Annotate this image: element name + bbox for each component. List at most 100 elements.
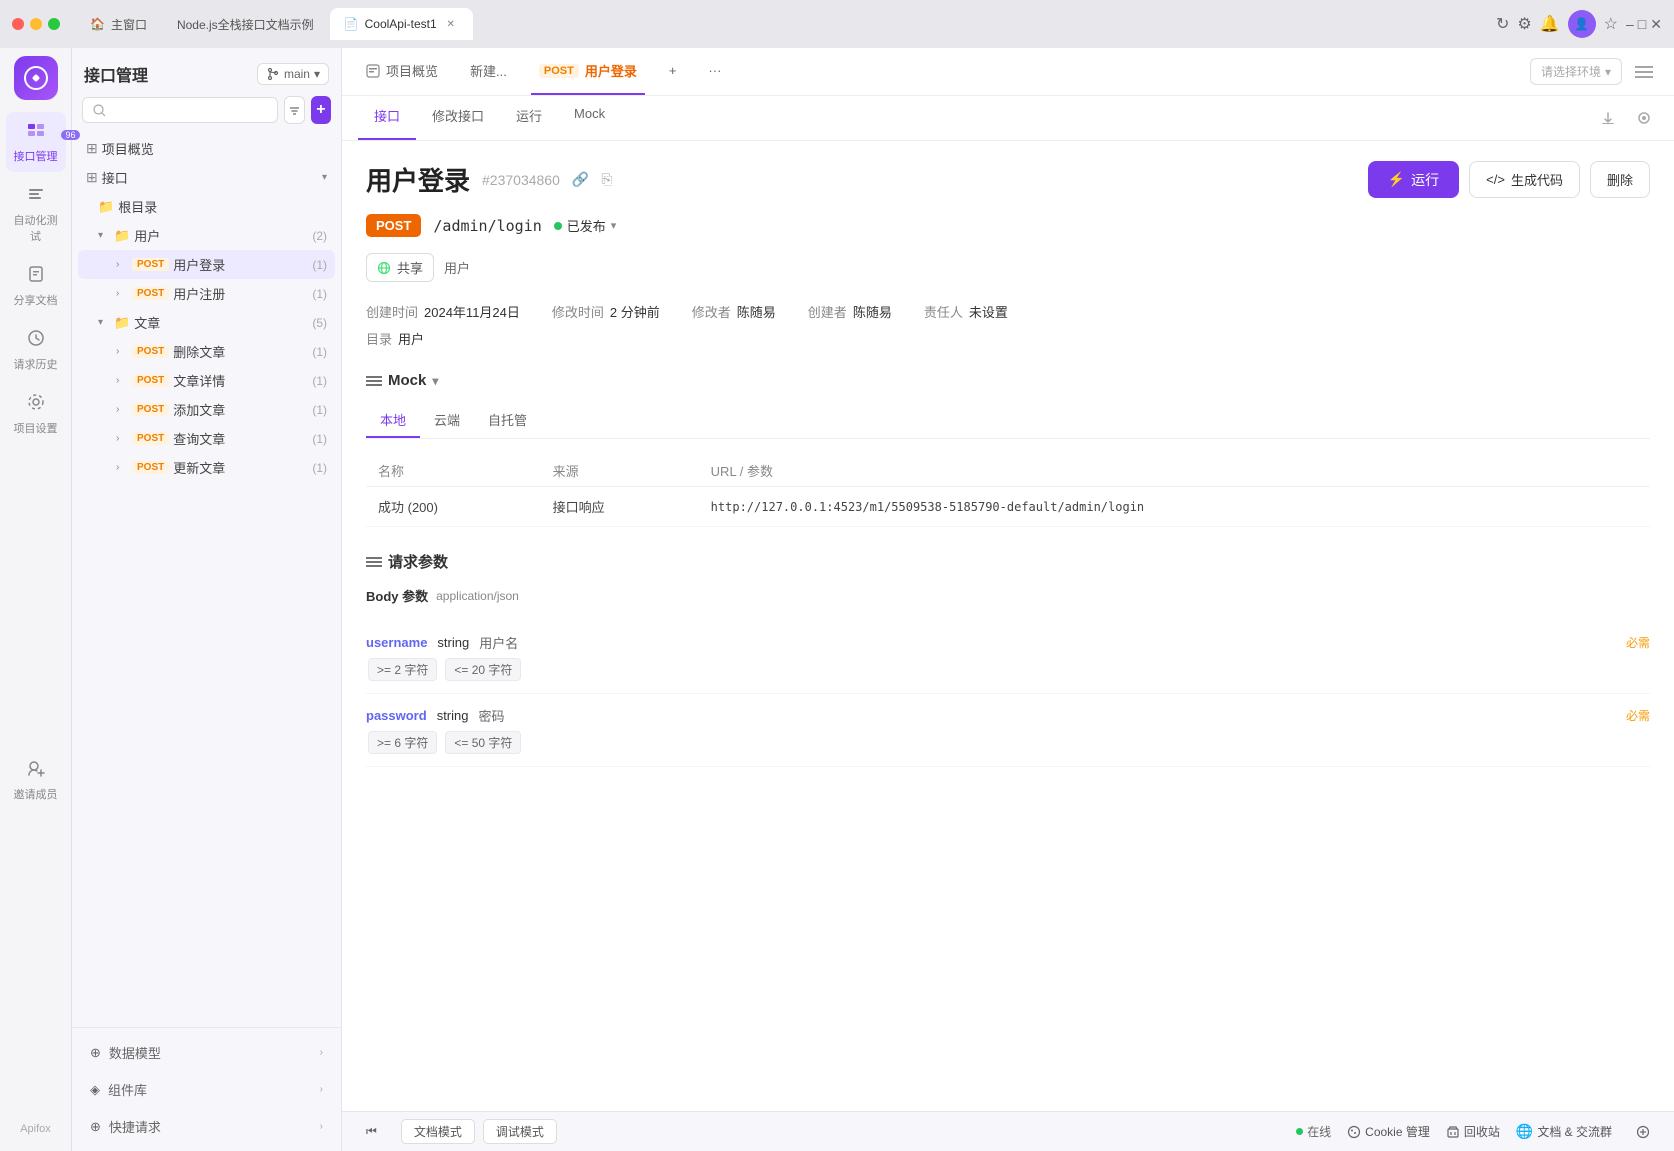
footer-recycle-btn[interactable]: 回收站 — [1446, 1123, 1500, 1140]
param-password-type: string — [437, 708, 469, 723]
sub-tab-actions — [1594, 96, 1658, 140]
sidebar-item-update-article[interactable]: › POST 更新文章 (1) — [78, 453, 335, 482]
nav-item-history[interactable]: 请求历史 — [6, 320, 66, 380]
sub-tab-mock[interactable]: Mock — [558, 96, 621, 140]
sidebar-item-overview[interactable]: ⊞ 项目概览 — [78, 134, 335, 163]
branch-selector[interactable]: main ▾ — [257, 63, 329, 85]
nav-item-interface[interactable]: 接口管理 96 — [6, 112, 66, 172]
tab-add[interactable]: + — [661, 48, 685, 95]
doc-mode-btn[interactable]: 文档模式 — [401, 1119, 475, 1144]
mock-tab-cloud[interactable]: 云端 — [420, 403, 474, 438]
footer-community-btn[interactable]: 🌐 文档 & 交流群 — [1516, 1123, 1612, 1140]
add-button[interactable]: + — [311, 96, 331, 124]
params-section-header[interactable]: 请求参数 — [366, 551, 1650, 572]
generate-code-button[interactable]: </> 生成代码 — [1469, 161, 1580, 198]
sidebar: 接口管理 main ▾ — [72, 48, 342, 1151]
star-icon[interactable]: ☆ — [1604, 14, 1618, 34]
nav-item-settings[interactable]: 项目设置 — [6, 384, 66, 444]
sidebar-item-root[interactable]: 📁 根目录 — [78, 192, 335, 221]
link-icon[interactable]: 🔗 — [572, 171, 589, 188]
user-avatar[interactable]: 👤 — [1568, 10, 1596, 38]
mock-tab-self-hosted[interactable]: 自托管 — [474, 403, 541, 438]
close-icon[interactable]: ✕ — [1650, 16, 1662, 33]
overview-label: 项目概览 — [102, 139, 327, 158]
sidebar-item-user-login[interactable]: › POST 用户登录 (1) — [78, 250, 335, 279]
mock-tabs: 本地 云端 自托管 — [366, 403, 1650, 439]
share-label: 共享 — [397, 258, 423, 277]
mock-cell-url[interactable]: http://127.0.0.1:4523/m1/5509538-5185790… — [699, 487, 1650, 527]
interface-icon — [26, 120, 46, 145]
quick-request-item[interactable]: ⊕ 快捷请求 › — [82, 1112, 331, 1141]
sidebar-item-query-article[interactable]: › POST 查询文章 (1) — [78, 424, 335, 453]
tab-close-btn[interactable]: ✕ — [443, 16, 459, 32]
constraint-password-max: <= 50 字符 — [445, 731, 521, 754]
delete-article-method: POST — [132, 345, 169, 358]
community-icon: 🌐 — [1516, 1123, 1533, 1140]
sub-tab-modify[interactable]: 修改接口 — [416, 96, 500, 140]
tab-nodejs[interactable]: Node.js全栈接口文档示例 — [163, 8, 328, 40]
auto-test-label: 自动化测试 — [12, 212, 60, 244]
search-box[interactable] — [82, 97, 278, 123]
debug-mode-btn[interactable]: 调试模式 — [483, 1119, 557, 1144]
nav-item-share-doc[interactable]: 分享文档 — [6, 256, 66, 316]
status-dropdown-icon[interactable]: ▾ — [611, 219, 617, 232]
tab-more[interactable]: ··· — [700, 48, 729, 95]
mock-tab-local[interactable]: 本地 — [366, 403, 420, 438]
footer-online-status[interactable]: 在线 — [1296, 1123, 1331, 1140]
tab-new[interactable]: 新建... — [462, 48, 515, 95]
settings-icon[interactable]: ⚙ — [1517, 14, 1531, 34]
sidebar-folder-article[interactable]: ▾ 📁 文章 (5) — [78, 308, 335, 337]
refresh-icon[interactable]: ↻ — [1496, 14, 1509, 34]
tab-home[interactable]: 🏠 主窗口 — [76, 8, 161, 40]
tab-coolapi[interactable]: 📄 CoolApi-test1 ✕ — [330, 8, 473, 40]
constraint-password-min: >= 6 字符 — [368, 731, 437, 754]
delete-button[interactable]: 删除 — [1590, 161, 1650, 198]
article-detail-count: (1) — [312, 374, 327, 388]
download-icon-btn[interactable] — [1594, 104, 1622, 132]
nav-item-auto-test[interactable]: 自动化测试 — [6, 176, 66, 252]
env-selector[interactable]: 请选择环境 ▾ — [1530, 58, 1622, 85]
user-folder-icon: 📁 — [114, 228, 130, 244]
footer-more-btn[interactable] — [1628, 1121, 1658, 1143]
sidebar-title: 接口管理 — [84, 62, 148, 86]
sidebar-header: 接口管理 main ▾ — [72, 48, 341, 96]
hamburger-btn[interactable] — [1630, 58, 1658, 86]
window-max-btn[interactable] — [48, 18, 60, 30]
bell-icon[interactable]: 🔔 — [1540, 14, 1560, 34]
app-logo — [14, 56, 58, 100]
sidebar-item-article-detail[interactable]: › POST 文章详情 (1) — [78, 366, 335, 395]
user-register-arrow: › — [116, 288, 128, 299]
mock-section-header[interactable]: Mock ▾ — [366, 372, 1650, 389]
search-input[interactable] — [112, 103, 267, 117]
sidebar-item-interface[interactable]: ⊞ 接口 ▾ — [78, 163, 335, 192]
share-button[interactable]: 共享 — [366, 253, 434, 282]
footer-cookie-btn[interactable]: Cookie 管理 — [1347, 1123, 1430, 1140]
sidebar-folder-user[interactable]: ▾ 📁 用户 (2) — [78, 221, 335, 250]
update-article-count: (1) — [312, 461, 327, 475]
footer-back-btn[interactable]: ⏮ — [358, 1120, 385, 1143]
component-lib-item[interactable]: ◈ 组件库 › — [82, 1075, 331, 1104]
sidebar-item-delete-article[interactable]: › POST 删除文章 (1) — [78, 337, 335, 366]
settings-icon-btn[interactable] — [1630, 104, 1658, 132]
add-tab-icon: + — [669, 63, 677, 78]
run-button[interactable]: ⚡ 运行 — [1368, 161, 1459, 198]
owner-label: 责任人 — [924, 302, 963, 321]
copy-icon[interactable]: ⎘ — [601, 171, 612, 188]
created-value: 2024年11月24日 — [424, 302, 520, 321]
nav-item-invite[interactable]: 邀请成员 — [6, 750, 66, 810]
minimize-icon[interactable]: – — [1626, 16, 1634, 32]
query-article-method: POST — [132, 432, 169, 445]
maximize-icon[interactable]: □ — [1638, 16, 1646, 32]
sidebar-item-add-article[interactable]: › POST 添加文章 (1) — [78, 395, 335, 424]
window-min-btn[interactable] — [30, 18, 42, 30]
param-row-username: username string 用户名 必需 >= 2 字符 <= 20 字符 — [366, 621, 1650, 694]
sidebar-item-user-register[interactable]: › POST 用户注册 (1) — [78, 279, 335, 308]
data-model-item[interactable]: ⊕ 数据模型 › — [82, 1038, 331, 1067]
tab-post-user-login[interactable]: POST 用户登录 — [531, 48, 645, 95]
sub-tab-run[interactable]: 运行 — [500, 96, 558, 140]
filter-button[interactable] — [284, 96, 305, 124]
window-close-btn[interactable] — [12, 18, 24, 30]
sub-tab-interface[interactable]: 接口 — [358, 96, 416, 140]
share-doc-label: 分享文档 — [14, 292, 58, 308]
tab-overview[interactable]: 项目概览 — [358, 48, 446, 95]
